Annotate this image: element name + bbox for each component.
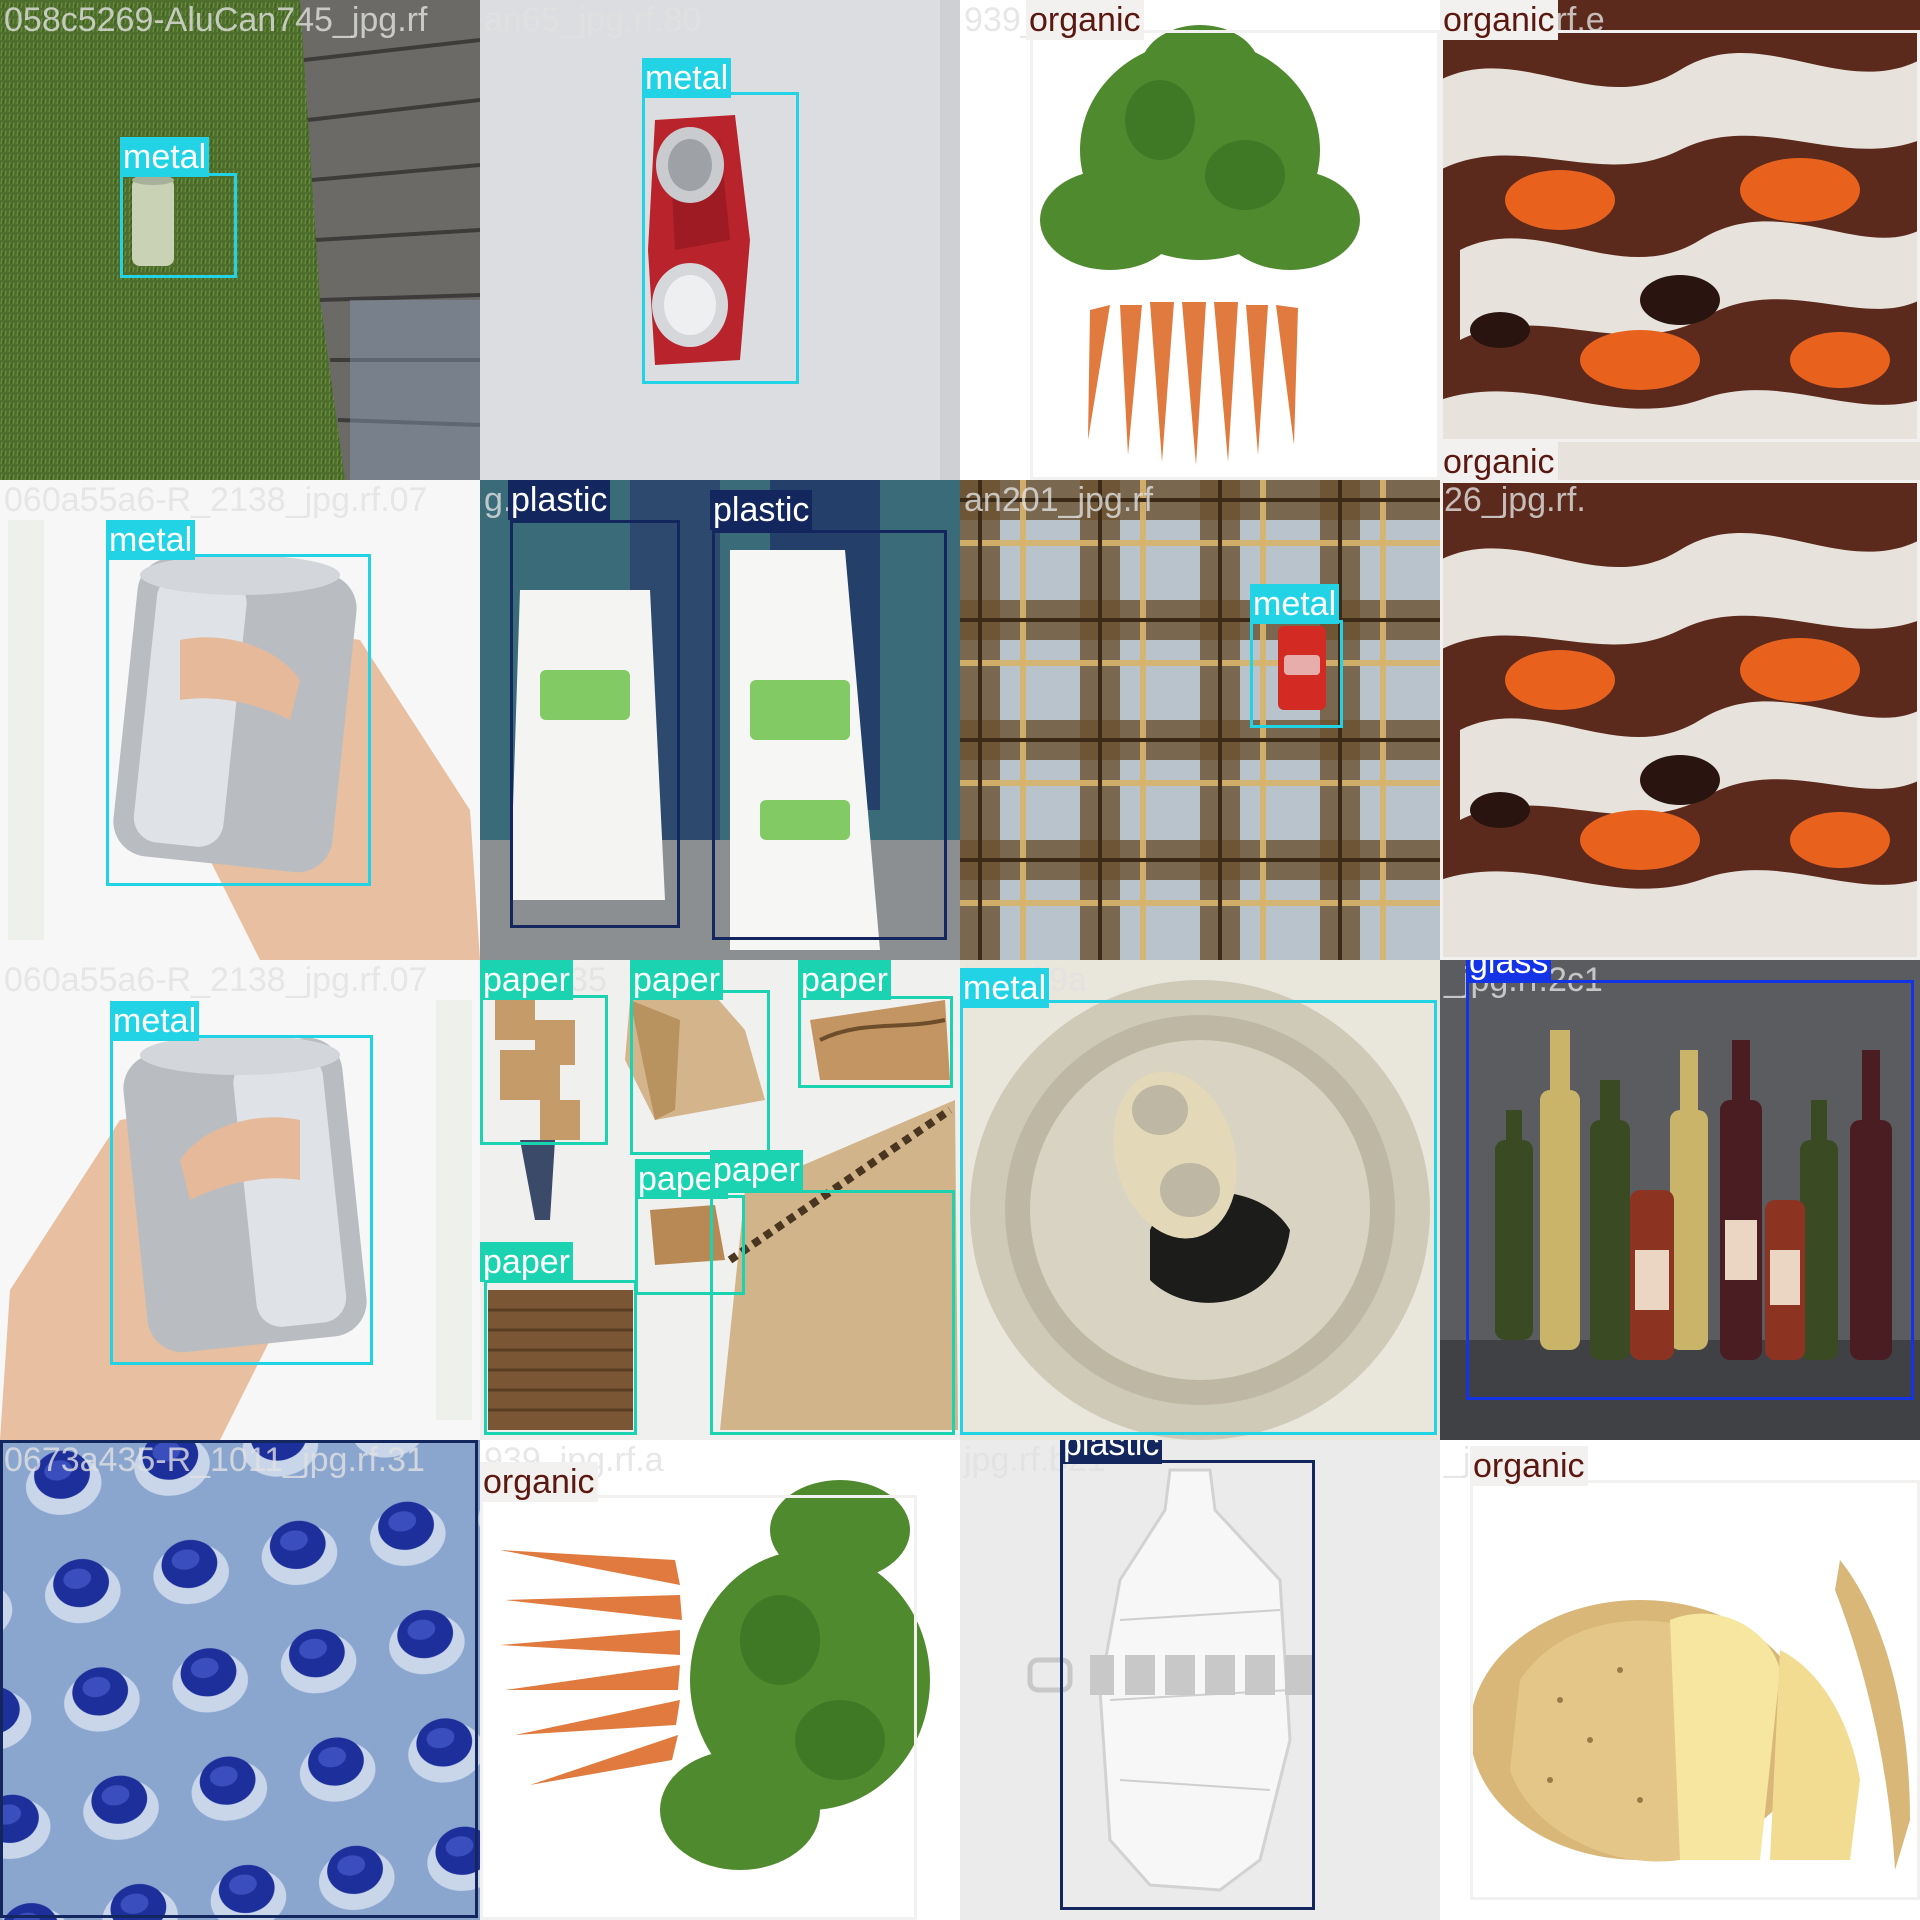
bounding-box-plastic — [510, 520, 680, 928]
label-plastic: plastic — [1060, 1440, 1163, 1464]
bounding-box-paper — [798, 996, 953, 1088]
tile-hand-silver-can-2: 060a55a6-R_2138_jpg.rf.07 metal — [0, 960, 480, 1440]
tile-water-bottles: 0673a435-R_1011_jpg.rf.31 plastic — [0, 1440, 480, 1920]
bounding-box-organic — [1030, 30, 1440, 480]
label-paper: paper — [480, 960, 573, 1000]
tile-crushed-red-can: an65_jpg.rf.80 metal — [480, 0, 960, 480]
bounding-box-plastic — [712, 530, 947, 940]
bounding-box-paper — [630, 990, 770, 1155]
tile-can-on-grass: 058c5269-AluCan745_jpg.rf metal — [0, 0, 480, 480]
bounding-box-metal — [120, 173, 237, 278]
label-paper: paper — [480, 1242, 573, 1282]
tile-filename: an201_jpg.rf — [964, 481, 1154, 519]
label-metal: metal — [1250, 584, 1340, 624]
tile-filename: 060a55a6-R_2138_jpg.rf.07 — [4, 961, 428, 999]
tile-glass-bottles: _jpg.rf.2c1 glass — [1440, 960, 1920, 1440]
scene-can-on-tartan — [960, 480, 1440, 960]
tile-carrots-upright: 939_jpg.rf.a organic — [960, 0, 1440, 480]
scene-can-on-grass — [0, 0, 480, 480]
bounding-box-metal — [642, 92, 799, 384]
bounding-box-paper — [484, 1280, 637, 1435]
label-organic: organic — [1440, 442, 1558, 480]
bounding-box-paper — [480, 995, 608, 1145]
label-organic: organic — [1026, 0, 1144, 40]
label-plastic: plastic — [710, 490, 813, 530]
bounding-box-plastic — [1060, 1460, 1315, 1910]
label-organic: organic — [480, 1462, 598, 1502]
detection-mosaic: 058c5269-AluCan745_jpg.rf metal an65_jpg… — [0, 0, 1920, 1920]
bounding-box-organic — [1440, 480, 1920, 960]
label-metal: metal — [960, 968, 1050, 1008]
label-metal: metal — [110, 1001, 200, 1041]
tile-filename: 060a55a6-R_2138_jpg.rf.07 — [4, 481, 428, 519]
label-plastic: plastic — [0, 1440, 103, 1442]
label-metal: metal — [120, 137, 210, 177]
bounding-box-organic — [480, 1495, 917, 1920]
bounding-box-organic — [1440, 30, 1920, 442]
bounding-box-paper — [710, 1190, 955, 1435]
label-metal: metal — [106, 520, 196, 560]
tile-filename: an65_jpg.rf.80 — [484, 1, 702, 39]
bounding-box-metal — [110, 1035, 373, 1365]
tile-hand-silver-can: 060a55a6-R_2138_jpg.rf.07 metal — [0, 480, 480, 960]
tile-cardboard-collage: jpg.rf.35 paper paper paper paper paper … — [480, 960, 960, 1440]
label-paper: paper — [630, 960, 723, 1000]
tile-peeled-potato: _jpg.rf.ee organic — [1440, 1440, 1920, 1920]
tile-can-on-tartan: an201_jpg.rf metal — [960, 480, 1440, 960]
bounding-box-organic — [1470, 1480, 1920, 1900]
label-plastic: plastic — [508, 480, 611, 520]
tile-filename: 058c5269-AluCan745_jpg.rf — [4, 1, 428, 39]
bounding-box-glass — [1466, 980, 1914, 1400]
label-metal: metal — [642, 58, 732, 98]
tile-fish-pieces-2: 26_jpg.rf. — [1440, 480, 1920, 960]
tile-can-top: jpg.rf.9a metal — [960, 960, 1440, 1440]
bounding-box-plastic — [0, 1440, 478, 1918]
bounding-box-metal — [1250, 620, 1343, 728]
bounding-box-metal — [106, 554, 371, 886]
tile-carrots-sideways: 939_jpg.rf.a organic — [480, 1440, 960, 1920]
label-glass: glass — [1466, 960, 1552, 982]
tile-fish-pieces: 26_jpg.rf.e organic organic — [1440, 0, 1920, 480]
label-organic: organic — [1470, 1446, 1588, 1486]
label-organic: organic — [1440, 0, 1558, 40]
label-paper: paper — [798, 960, 891, 1000]
label-paper: paper — [710, 1150, 803, 1190]
tile-crushed-plastic-bottle: jpg.rf.b21 plastic — [960, 1440, 1440, 1920]
tile-plastic-bags: g.rf.55 plastic plastic — [480, 480, 960, 960]
bounding-box-metal — [960, 1000, 1437, 1435]
